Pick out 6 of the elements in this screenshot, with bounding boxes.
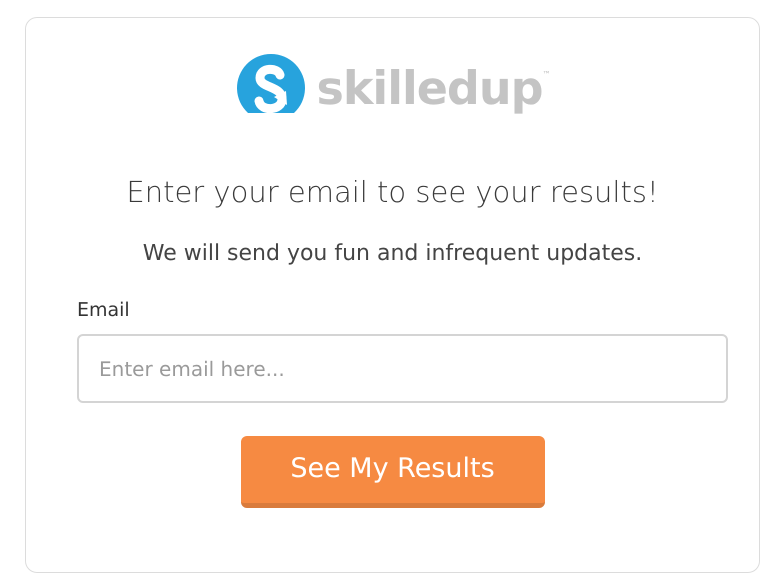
heading: Enter your email to see your results! — [125, 174, 660, 211]
submit-button[interactable]: See My Results — [240, 436, 544, 508]
email-label: Email — [77, 298, 131, 322]
email-field[interactable]: Enter email here... — [77, 334, 728, 403]
trademark-symbol: ™ — [542, 69, 551, 81]
subheading: We will send you fun and infrequent updates. — [142, 240, 644, 268]
